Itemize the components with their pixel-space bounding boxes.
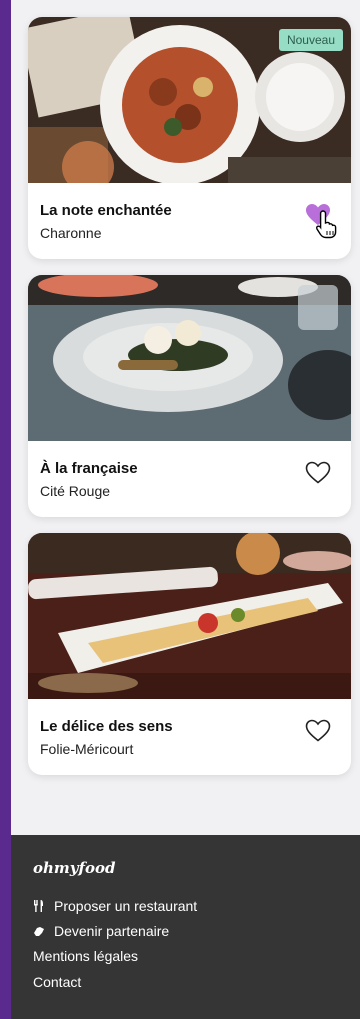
restaurant-location: Charonne (40, 225, 102, 241)
site-footer: ohmyfood Proposer un restaurant Devenir … (11, 835, 360, 1019)
new-badge: Nouveau (278, 29, 343, 51)
footer-link-label: Contact (33, 974, 82, 990)
restaurant-name: À la française (40, 460, 138, 477)
heart-outline-icon[interactable] (305, 719, 331, 743)
heart-outline-icon[interactable] (305, 461, 331, 485)
utensils-icon (34, 900, 43, 912)
handshake-icon (34, 927, 44, 936)
food-photo-image (28, 533, 351, 699)
restaurant-location: Cité Rouge (40, 483, 111, 499)
footer-link-propose-restaurant[interactable]: Proposer un restaurant (33, 898, 197, 914)
restaurant-card-le-delice-des-sens[interactable]: Le délice des sens Folie-Méricourt (28, 533, 351, 775)
footer-logo[interactable]: ohmyfood (33, 859, 115, 877)
restaurant-name: La note enchantée (40, 202, 172, 219)
footer-link-label: Proposer un restaurant (54, 898, 198, 914)
footer-link-contact[interactable]: Contact (33, 974, 81, 990)
restaurant-card-la-note-enchantee[interactable]: Nouveau La note enchantée Charonne (28, 17, 351, 259)
restaurant-photo (28, 275, 351, 441)
page-frame: Nouveau La note enchantée Charonne À la … (11, 0, 360, 1019)
food-photo-image (28, 275, 351, 441)
footer-link-label: Mentions légales (33, 948, 139, 964)
restaurant-card-a-la-francaise[interactable]: À la française Cité Rouge (28, 275, 351, 517)
restaurant-location: Folie-Méricourt (40, 741, 134, 757)
footer-link-become-partner[interactable]: Devenir partenaire (33, 923, 169, 939)
restaurant-photo: Nouveau (28, 17, 351, 183)
hand-pointer-icon (315, 210, 337, 239)
footer-link-label: Devenir partenaire (54, 923, 170, 939)
restaurant-name: Le délice des sens (40, 718, 173, 735)
restaurant-photo (28, 533, 351, 699)
footer-link-legal[interactable]: Mentions légales (33, 948, 138, 964)
